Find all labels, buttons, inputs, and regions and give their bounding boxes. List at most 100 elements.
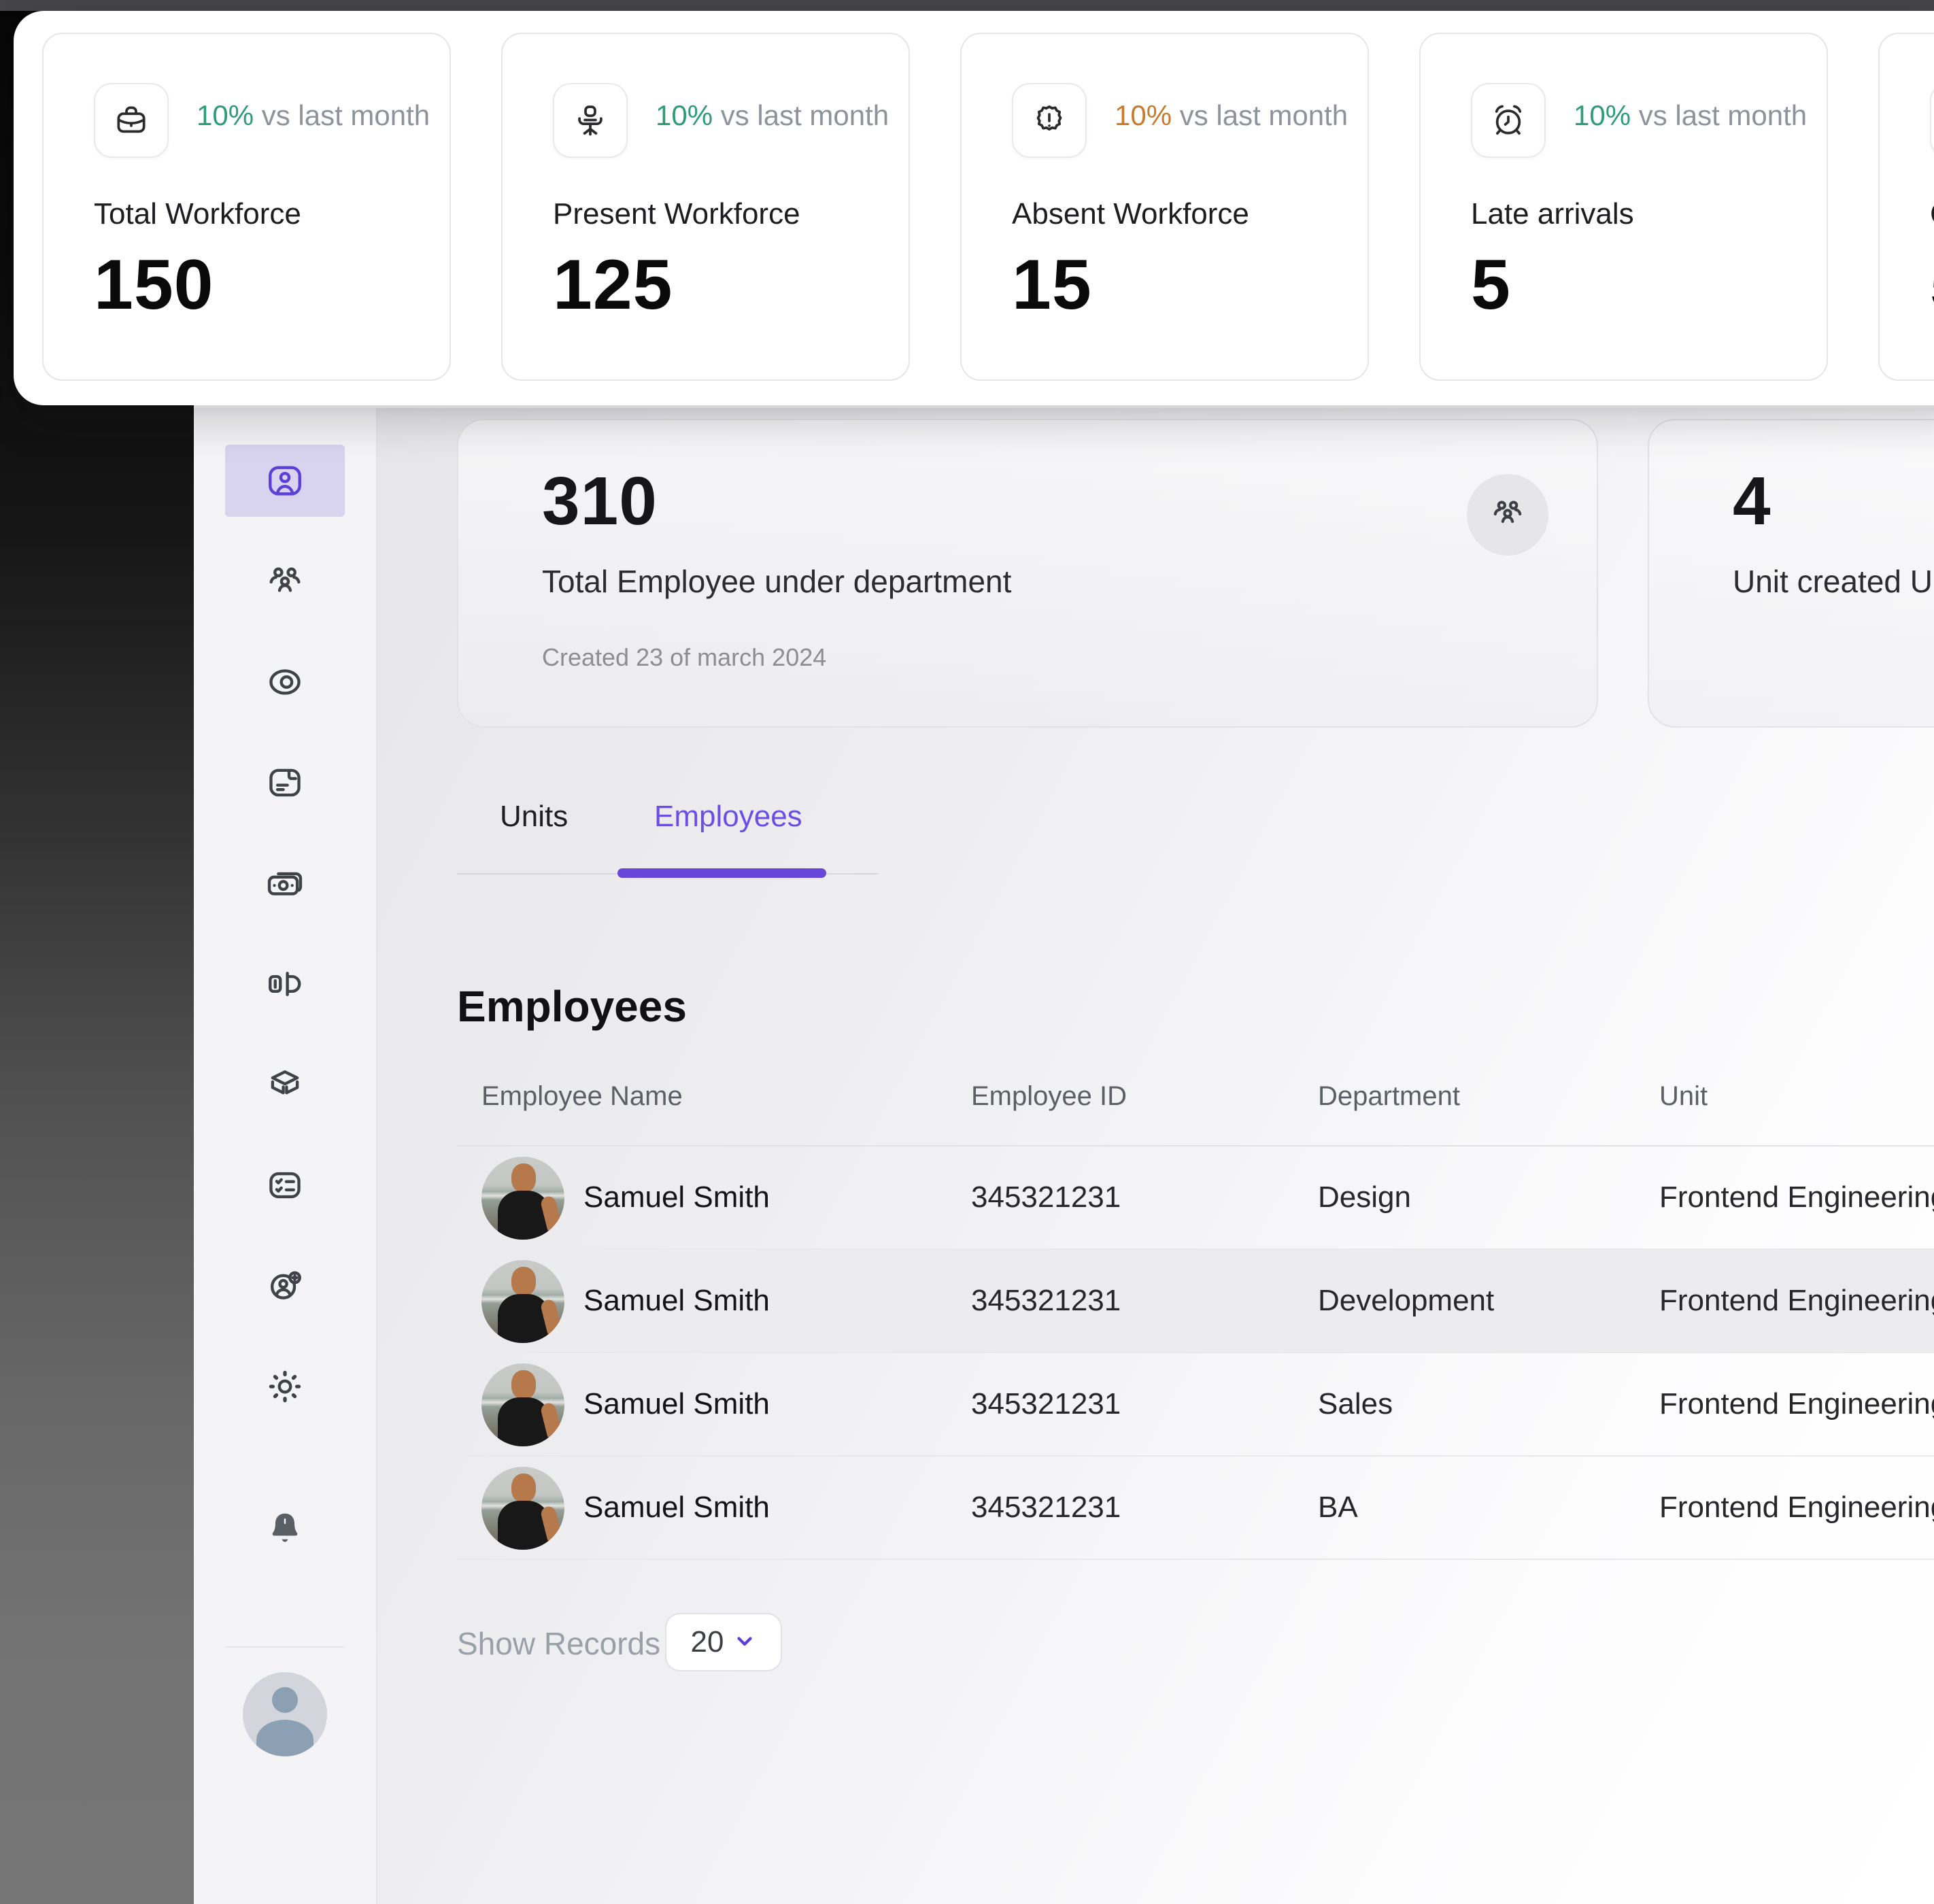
sidebar-item-settings[interactable] [193, 1336, 377, 1437]
banknote-icon [265, 864, 305, 903]
section-title: Employees [457, 982, 687, 1032]
sidebar-item-overview[interactable] [193, 632, 377, 732]
department-people-badge[interactable] [1467, 474, 1548, 556]
office-chair-icon [553, 83, 628, 158]
department-created-date: Created 23 of march 2024 [542, 643, 827, 671]
trend-text: vs last month [261, 99, 430, 131]
active-tab-indicator [617, 868, 826, 878]
table-row[interactable]: Samuel Smith 345321231 BA Frontend Engin… [457, 1457, 1934, 1560]
sidebar-item-tasks[interactable] [193, 1135, 377, 1236]
tab-bar: Units Employees [457, 787, 882, 878]
unit-summary-label: Unit created U [1733, 564, 1933, 599]
stat-card-late-arrivals: 10% vs last month Late arrivals 5 [1419, 33, 1828, 381]
sidebar-item-assets[interactable] [193, 1034, 377, 1135]
employee-unit: Frontend Engineering [1659, 1491, 1934, 1524]
top-dark-strip [0, 0, 1934, 11]
sidebar-item-add-user[interactable] [193, 1236, 377, 1336]
employee-department: Development [1318, 1284, 1495, 1317]
table-row[interactable]: Samuel Smith 345321231 Development Front… [457, 1250, 1934, 1353]
stat-label: Late arrivals [1471, 197, 1634, 231]
tab-employees[interactable]: Employees [654, 800, 802, 834]
table-header-row: Employee Name Employee ID Department Uni… [457, 1068, 1934, 1146]
cube-icon [265, 1065, 305, 1104]
stat-label: C [1930, 197, 1934, 231]
stat-label: Present Workforce [553, 197, 800, 231]
employee-unit: Frontend Engineering [1659, 1284, 1934, 1317]
notification-bell-icon [265, 1508, 305, 1548]
employee-department: Sales [1318, 1387, 1393, 1421]
stat-card-clipped: C 5 [1878, 33, 1934, 381]
sidebar-item-employee-profile[interactable] [193, 430, 377, 531]
table-row[interactable]: Samuel Smith 345321231 Sales Frontend En… [457, 1353, 1934, 1457]
app-window: 310 Total Employee under department Crea… [0, 0, 1934, 1904]
department-employee-count: 310 [542, 463, 658, 539]
department-summary-label: Total Employee under department [542, 564, 1012, 599]
people-group-icon [265, 562, 305, 601]
col-department: Department [1318, 1081, 1460, 1111]
department-summary-card: 310 Total Employee under department Crea… [457, 419, 1598, 728]
employee-department: Design [1318, 1180, 1411, 1214]
sidebar-item-notifications[interactable] [193, 1478, 377, 1578]
stat-value: 150 [94, 245, 214, 324]
table-row[interactable]: Samuel Smith 345321231 Design Frontend E… [457, 1146, 1934, 1250]
show-records-label: Show Records [457, 1626, 661, 1661]
stat-value: 15 [1012, 245, 1092, 324]
clipped-icon [1930, 83, 1934, 158]
sidebar-divider [225, 1646, 345, 1648]
eye-icon [265, 662, 305, 702]
employee-id: 345321231 [971, 1491, 1121, 1524]
sidebar-item-cards[interactable] [193, 934, 377, 1034]
tab-units[interactable]: Units [500, 800, 568, 834]
employee-name: Samuel Smith [583, 1491, 770, 1524]
trend-percent: 10% [197, 99, 254, 131]
employee-name: Samuel Smith [583, 1180, 770, 1214]
employee-avatar [481, 1363, 564, 1446]
employee-unit: Frontend Engineering [1659, 1180, 1934, 1214]
main-content: 310 Total Employee under department Crea… [377, 408, 1934, 1904]
col-employee-id: Employee ID [971, 1081, 1127, 1111]
avatar-body-shape [256, 1720, 313, 1756]
user-card-icon [265, 461, 305, 500]
stat-value: 5 [1471, 245, 1511, 324]
stat-label: Total Workforce [94, 197, 301, 231]
employees-table: Employee Name Employee ID Department Uni… [457, 1068, 1934, 1560]
sidebar-item-teams[interactable] [193, 531, 377, 632]
employee-avatar [481, 1157, 564, 1240]
unit-summary-card: 4 Unit created U [1648, 419, 1934, 728]
alarm-clock-icon [1471, 83, 1546, 158]
stat-label: Absent Workforce [1012, 197, 1249, 231]
employee-name: Samuel Smith [583, 1284, 770, 1317]
stat-card-present-workforce: 10% vs last month Present Workforce 125 [501, 33, 910, 381]
trend-text: vs last month [1638, 99, 1808, 131]
user-add-icon [265, 1266, 305, 1306]
employee-id: 345321231 [971, 1284, 1121, 1317]
stat-value: 125 [553, 245, 673, 324]
badge-alert-icon [1012, 83, 1087, 158]
stat-cards-panel: 10% vs last month Total Workforce 150 10… [14, 11, 1934, 405]
employee-id: 345321231 [971, 1180, 1121, 1214]
trend-text: vs last month [720, 99, 889, 131]
settings-gear-icon [265, 1367, 305, 1406]
trend-percent: 10% [1115, 99, 1172, 131]
sidebar [194, 408, 377, 1904]
sidebar-item-payroll[interactable] [193, 833, 377, 934]
chevron-down-icon [733, 1629, 756, 1656]
records-per-page-select[interactable]: 20 [665, 1613, 782, 1671]
trend-text: vs last month [1179, 99, 1348, 131]
user-avatar[interactable] [243, 1672, 327, 1756]
trend-percent: 10% [656, 99, 713, 131]
unit-count: 4 [1733, 463, 1771, 539]
employee-id: 345321231 [971, 1387, 1121, 1421]
briefcase-icon [94, 83, 169, 158]
sidebar-item-reports[interactable] [193, 732, 377, 833]
employee-avatar [481, 1467, 564, 1550]
employee-avatar [481, 1260, 564, 1343]
stat-card-absent-workforce: 10% vs last month Absent Workforce 15 [960, 33, 1369, 381]
employee-name: Samuel Smith [583, 1387, 770, 1421]
employee-unit: Frontend Engineering [1659, 1387, 1934, 1421]
col-unit: Unit [1659, 1081, 1708, 1111]
checklist-icon [265, 1166, 305, 1205]
stat-card-total-workforce: 10% vs last month Total Workforce 150 [42, 33, 451, 381]
records-per-page-value: 20 [690, 1625, 724, 1659]
note-document-icon [265, 763, 305, 802]
